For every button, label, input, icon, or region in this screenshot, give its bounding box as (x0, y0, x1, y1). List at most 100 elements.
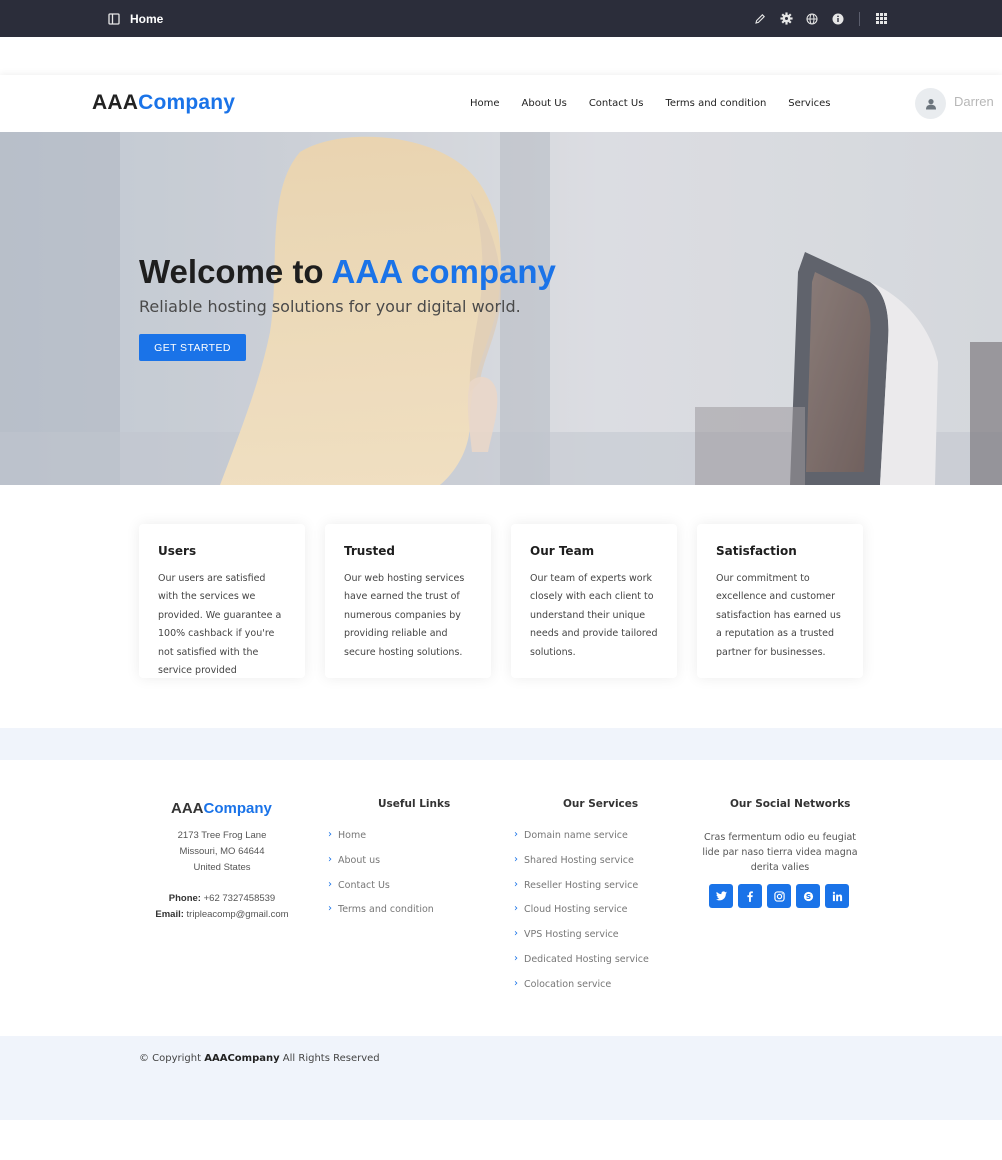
service-link-reseller[interactable]: › Reseller Hosting service (514, 878, 649, 905)
address-line: 2173 Tree Frog Lane (177, 830, 267, 841)
user-menu[interactable]: Darren (915, 88, 994, 119)
link-label: Dedicated Hosting service (524, 953, 649, 965)
feature-card-trusted: Trusted Our web hosting services have ea… (325, 524, 491, 678)
site-logo[interactable]: AAACompany (92, 91, 235, 115)
site-header: AAACompany Home About Us Contact Us Term… (0, 75, 1002, 132)
chevron-right-icon: › (514, 878, 518, 890)
service-link-colocation[interactable]: › Colocation service (514, 977, 649, 1004)
editor-page-title: Home (130, 11, 164, 26)
link-label: Cloud Hosting service (524, 904, 628, 916)
email-value[interactable]: tripleacomp@gmail.com (187, 909, 289, 920)
service-link-domain[interactable]: › Domain name service (514, 829, 649, 855)
address-line: Missouri, MO 64644 (179, 846, 265, 857)
link-label: Domain name service (524, 830, 628, 841)
logo-text-aaa: AAA (92, 91, 139, 114)
useful-link-home[interactable]: › Home (328, 829, 434, 855)
link-label: Contact Us (338, 879, 390, 891)
footer: AAACompany 2173 Tree Frog Lane Missouri,… (0, 760, 1002, 1036)
link-label: VPS Hosting service (524, 929, 619, 941)
nav-services[interactable]: Services (788, 98, 830, 109)
footer-phone: Phone: +62 7327458539 (140, 891, 304, 907)
link-label: About us (338, 854, 381, 866)
nav-terms[interactable]: Terms and condition (665, 98, 766, 109)
social-description: Cras fermentum odio eu feugiat lide par … (702, 832, 858, 873)
info-icon[interactable] (825, 0, 851, 37)
useful-link-contact[interactable]: › Contact Us (328, 878, 434, 905)
nav-about-us[interactable]: About Us (522, 98, 567, 109)
feature-card-users: Users Our users are satisfied with the s… (139, 524, 305, 678)
chevron-right-icon: › (514, 977, 518, 989)
hero-title-prefix: Welcome to (139, 253, 332, 290)
pencil-icon[interactable] (747, 0, 773, 37)
avatar[interactable] (915, 88, 946, 119)
apps-grid-icon[interactable] (868, 0, 894, 37)
service-link-shared[interactable]: › Shared Hosting service (514, 854, 649, 880)
chevron-right-icon: › (328, 903, 332, 915)
main-nav: Home About Us Contact Us Terms and condi… (459, 75, 841, 132)
card-text: Our web hosting services have earned the… (344, 573, 465, 658)
useful-link-terms[interactable]: › Terms and condition (328, 903, 434, 929)
phone-label: Phone: (168, 893, 201, 904)
nav-home[interactable]: Home (470, 98, 500, 109)
globe-icon[interactable] (799, 0, 825, 37)
copyright-bar: © Copyright AAACompany All Rights Reserv… (0, 1036, 1002, 1120)
link-label: Terms and condition (338, 904, 434, 916)
footer-contact: Phone: +62 7327458539 Email: tripleacomp… (140, 891, 304, 923)
facebook-icon[interactable] (738, 884, 762, 908)
card-title: Users (158, 544, 197, 558)
copyright-brand: AAACompany (204, 1053, 280, 1064)
link-label: Colocation service (524, 978, 612, 990)
link-label: Home (338, 830, 367, 841)
feature-cards: Users Our users are satisfied with the s… (139, 524, 863, 678)
hero-title: Welcome to AAA company (139, 253, 556, 291)
services-list: › Domain name service › Shared Hosting ser… (514, 829, 649, 1004)
chevron-right-icon: › (514, 829, 518, 840)
instagram-icon[interactable] (767, 884, 791, 908)
linkedin-icon[interactable] (825, 884, 849, 908)
chevron-right-icon: › (514, 903, 518, 915)
our-services-title: Our Services (563, 798, 639, 810)
address-line: United States (193, 862, 251, 873)
email-label: Email: (155, 909, 184, 920)
service-link-vps[interactable]: › VPS Hosting service (514, 928, 649, 954)
chevron-right-icon: › (514, 952, 518, 964)
card-text: Our commitment to excellence and custome… (716, 573, 841, 658)
service-link-cloud[interactable]: › Cloud Hosting service (514, 903, 649, 929)
copyright-text: © Copyright AAACompany All Rights Reserv… (139, 1053, 380, 1064)
feature-card-satisfaction: Satisfaction Our commitment to excellenc… (697, 524, 863, 678)
footer-logo-company: Company (203, 800, 272, 817)
user-icon (925, 98, 936, 109)
sidebar-toggle-icon[interactable] (108, 12, 120, 25)
card-text: Our users are satisfied with the service… (158, 573, 282, 677)
logo-text-company: Company (138, 91, 236, 114)
social-buttons: S (709, 884, 849, 908)
skype-icon[interactable]: S (796, 884, 820, 908)
copyright-suffix: All Rights Reserved (279, 1053, 380, 1064)
chevron-right-icon: › (514, 928, 518, 940)
user-name: Darren (954, 94, 994, 109)
service-link-dedicated[interactable]: › Dedicated Hosting service (514, 952, 649, 979)
get-started-button[interactable]: GET STARTED (139, 334, 246, 361)
link-label: Shared Hosting service (524, 854, 634, 866)
hero-subtitle: Reliable hosting solutions for your digi… (139, 297, 521, 316)
twitter-icon[interactable] (709, 884, 733, 908)
chevron-right-icon: › (328, 878, 332, 890)
gear-icon[interactable] (773, 0, 799, 37)
useful-link-about[interactable]: › About us (328, 853, 434, 880)
card-text: Our team of experts work closely with ea… (530, 573, 658, 658)
toolbar-divider (859, 11, 860, 26)
footer-email: Email: tripleacomp@gmail.com (140, 907, 304, 923)
phone-value: +62 7327458539 (203, 893, 276, 904)
editor-toolbar-left: Home (108, 0, 163, 37)
hero-section: Welcome to AAA company Reliable hosting … (0, 132, 1002, 485)
useful-links-list: › Home › About us › Contact Us › Terms and c… (328, 829, 434, 929)
footer-logo[interactable]: AAACompany (171, 800, 272, 817)
copyright-prefix: © Copyright (139, 1053, 205, 1064)
card-title: Satisfaction (716, 544, 797, 558)
svg-text:S: S (805, 892, 810, 901)
feature-card-our-team: Our Team Our team of experts work closel… (511, 524, 677, 678)
link-label: Reseller Hosting service (524, 879, 639, 891)
footer-address: 2173 Tree Frog Lane Missouri, MO 64644 U… (140, 828, 304, 876)
chevron-right-icon: › (328, 853, 332, 865)
nav-contact-us[interactable]: Contact Us (589, 98, 644, 109)
